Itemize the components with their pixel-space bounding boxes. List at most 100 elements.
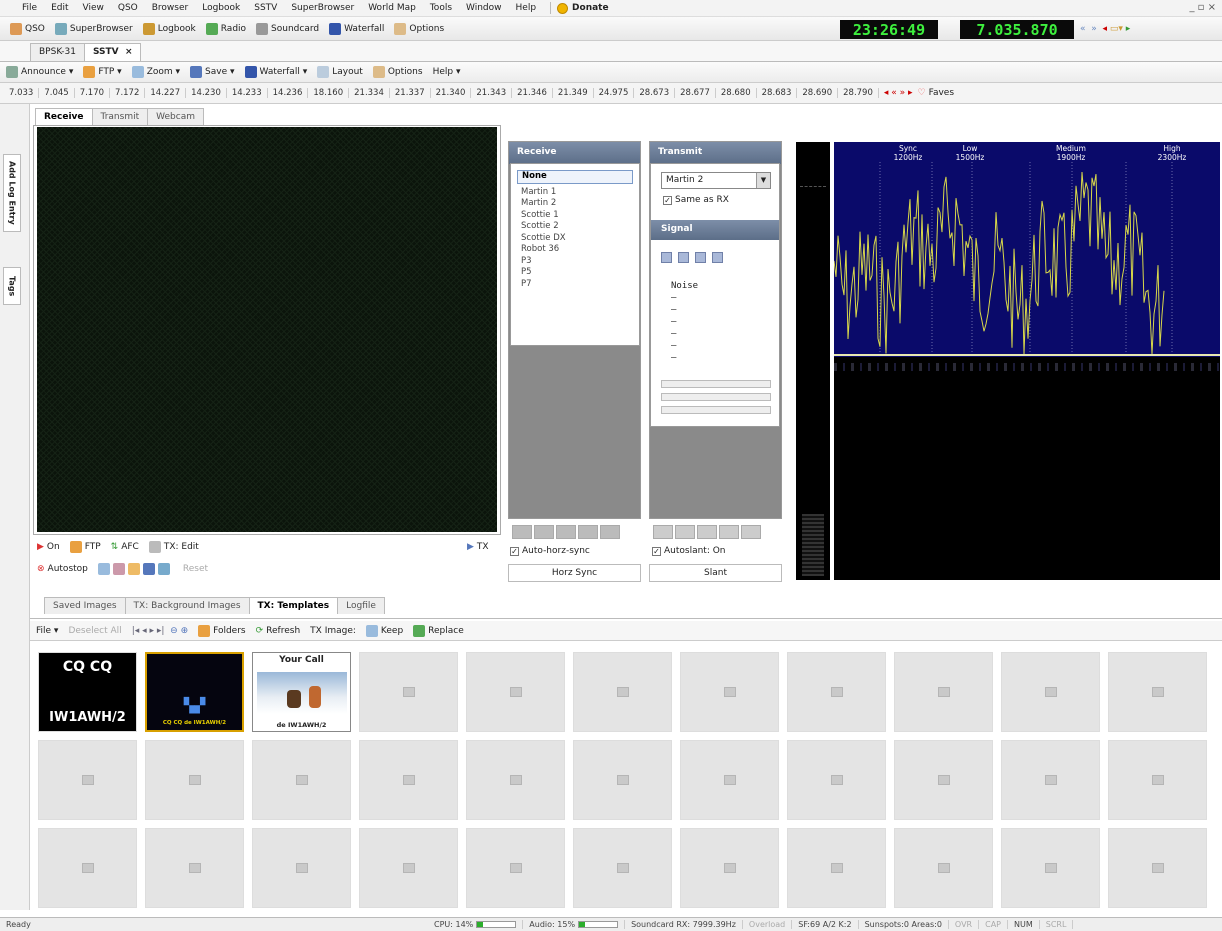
mode-item[interactable]: Scottie 1 [517, 210, 633, 222]
faves-button[interactable]: ♡ Faves [918, 88, 955, 98]
soundcard-button[interactable]: Soundcard [256, 22, 319, 35]
afc-button[interactable]: ⇅ AFC [111, 542, 139, 552]
copy-icon[interactable] [157, 563, 170, 575]
template-slot[interactable] [573, 740, 672, 820]
freq-button[interactable]: 28.690 [797, 88, 839, 98]
template-slot[interactable] [145, 828, 244, 908]
ftp-button[interactable]: FTP ▾ [83, 66, 122, 78]
template-slot[interactable] [252, 828, 351, 908]
tool-icons[interactable] [97, 563, 173, 575]
template-slot[interactable] [787, 740, 886, 820]
waterfall-menu-button[interactable]: Waterfall ▾ [244, 66, 307, 78]
freq-button[interactable]: 28.683 [757, 88, 798, 98]
donate-button[interactable]: Donate [557, 2, 609, 14]
announce-button[interactable]: Announce ▾ [6, 66, 73, 78]
freq-button[interactable]: 28.680 [716, 88, 757, 98]
slant-button[interactable]: Slant [649, 564, 782, 582]
side-tab-add-log-entry[interactable]: Add Log Entry [3, 154, 21, 232]
template-slot[interactable] [466, 652, 565, 732]
frequency-nav-arrows[interactable]: « » ◂ ▭▾ ▸ [1080, 24, 1130, 34]
freq-button[interactable]: 14.236 [268, 88, 309, 98]
mode-item[interactable]: Scottie 2 [517, 221, 633, 233]
file-menu-button[interactable]: File ▾ [36, 626, 58, 636]
freq-button[interactable]: 14.233 [227, 88, 268, 98]
freq-button[interactable]: 28.677 [675, 88, 716, 98]
template-slot[interactable] [359, 652, 458, 732]
freq-button[interactable]: 21.343 [471, 88, 513, 98]
tab-receive[interactable]: Receive [35, 108, 93, 125]
freq-button[interactable]: 21.349 [553, 88, 594, 98]
layout-button[interactable]: Layout [317, 66, 363, 78]
mode-item[interactable]: Robot 36 [517, 244, 633, 256]
template-slot[interactable] [359, 740, 458, 820]
template-thumbnail[interactable]: Your Call de IW1AWH/2 [252, 652, 351, 732]
tab-transmit[interactable]: Transmit [91, 108, 149, 125]
nav-button[interactable] [697, 525, 717, 539]
save-icon[interactable] [142, 563, 155, 575]
receive-nav-buttons[interactable] [512, 525, 622, 539]
tab-bpsk31[interactable]: BPSK-31 [30, 43, 85, 61]
template-slot[interactable] [787, 652, 886, 732]
options-menu-button[interactable]: Options [372, 66, 423, 78]
mode-item[interactable]: Martin 2 [517, 198, 633, 210]
menu-world-map[interactable]: World Map [368, 3, 416, 13]
nav-button[interactable] [741, 525, 761, 539]
mode-item[interactable]: None [517, 170, 633, 184]
template-slot[interactable] [1001, 828, 1100, 908]
tab-sstv[interactable]: SSTV × [83, 43, 142, 61]
template-slot[interactable] [1001, 740, 1100, 820]
template-slot[interactable] [252, 740, 351, 820]
menu-browser[interactable]: Browser [152, 3, 188, 13]
mode-item[interactable]: P3 [517, 256, 633, 268]
freq-button[interactable]: 7.033 [4, 88, 40, 98]
template-slot[interactable] [1108, 740, 1207, 820]
template-slot[interactable] [359, 828, 458, 908]
template-slot[interactable] [787, 828, 886, 908]
template-slot[interactable] [466, 828, 565, 908]
menu-sstv[interactable]: SSTV [254, 3, 277, 13]
freq-button[interactable]: 28.673 [634, 88, 676, 98]
freq-button[interactable]: 7.170 [75, 88, 111, 98]
tab-tx-templates[interactable]: TX: Templates [248, 597, 339, 614]
options-button[interactable]: Options [394, 22, 444, 35]
prev-arrow-icon[interactable]: ◂ « » ▸ [884, 88, 913, 98]
template-slot[interactable] [894, 652, 993, 732]
tab-saved-images[interactable]: Saved Images [44, 597, 126, 614]
freq-button[interactable]: 28.790 [838, 88, 879, 98]
waterfall-display[interactable] [834, 357, 1220, 580]
deselect-all-button[interactable]: Deselect All [68, 626, 121, 636]
menu-superbrowser[interactable]: SuperBrowser [291, 3, 354, 13]
template-slot[interactable] [680, 652, 779, 732]
nav-button[interactable] [512, 525, 532, 539]
transmit-nav-buttons[interactable] [653, 525, 763, 539]
tx-button[interactable]: ▶ TX [467, 542, 489, 552]
template-slot[interactable] [1108, 828, 1207, 908]
menu-logbook[interactable]: Logbook [202, 3, 240, 13]
template-slot[interactable] [680, 828, 779, 908]
freq-button[interactable]: 21.334 [349, 88, 390, 98]
logbook-button[interactable]: Logbook [142, 22, 196, 35]
tab-logfile[interactable]: Logfile [337, 597, 385, 614]
freq-button[interactable]: 24.975 [594, 88, 635, 98]
menu-file[interactable]: File [22, 3, 37, 13]
radio-button[interactable]: Radio [205, 22, 246, 35]
freq-button[interactable]: 7.172 [110, 88, 146, 98]
template-slot[interactable] [894, 828, 993, 908]
template-slot[interactable] [145, 740, 244, 820]
mode-item[interactable]: Scottie DX [517, 233, 633, 245]
mode-item[interactable]: Martin 1 [517, 187, 633, 199]
rx-ftp-button[interactable]: FTP [69, 541, 101, 553]
menu-help[interactable]: Help [516, 3, 537, 13]
template-slot[interactable] [466, 740, 565, 820]
horz-sync-button[interactable]: Horz Sync [508, 564, 641, 582]
template-thumbnail[interactable]: ▚▞ CQ CQ de IW1AWH/2 [145, 652, 244, 732]
nav-button[interactable] [556, 525, 576, 539]
tab-webcam[interactable]: Webcam [147, 108, 204, 125]
same-as-rx-checkbox[interactable]: ✓ Same as RX [663, 195, 729, 205]
template-slot[interactable] [1001, 652, 1100, 732]
nav-button[interactable] [719, 525, 739, 539]
template-slot[interactable] [573, 828, 672, 908]
tx-edit-button[interactable]: TX: Edit [148, 541, 199, 553]
nav-button[interactable] [534, 525, 554, 539]
folders-button[interactable]: Folders [198, 624, 246, 637]
